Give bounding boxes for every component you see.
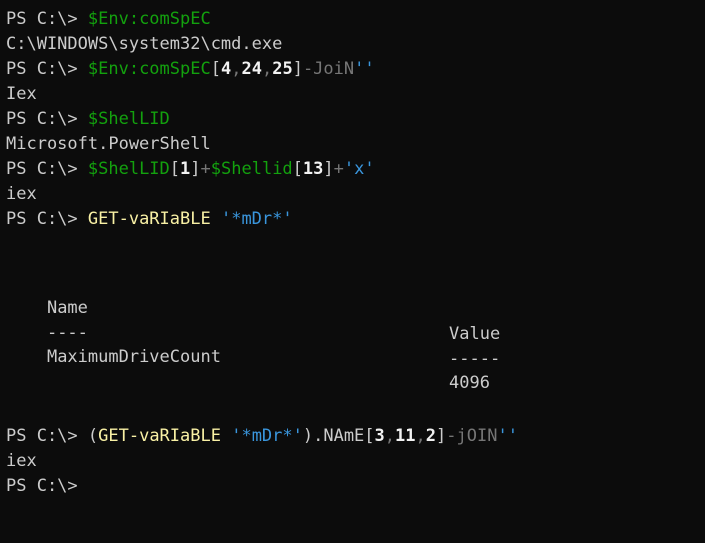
prompt-text: PS C:\>	[6, 159, 88, 179]
text-token: C:\WINDOWS\system32\cmd.exe	[6, 34, 283, 54]
terminal-line: PS C:\> $Env:comSpEC[4,24,25]-JoiN''	[6, 56, 375, 82]
text-token: ]	[436, 426, 447, 446]
variable-token: $Env:comSpEC	[87, 9, 211, 29]
number-token: 25	[272, 59, 293, 79]
text-token: iex	[6, 451, 37, 471]
table-separator-value: -----	[449, 349, 501, 369]
prompt-text: PS C:\>	[6, 426, 88, 446]
table-row: MaximumDriveCount 4096	[6, 318, 696, 393]
text-token: Microsoft.PowerShell	[6, 134, 211, 154]
operator-token: +	[200, 159, 211, 179]
terminal-output: Iex	[6, 81, 37, 107]
operator-token: ,	[261, 59, 273, 79]
terminal-line: PS C:\> GET-vaRIaBLE '*mDr*'	[6, 206, 293, 232]
number-token: 13	[302, 159, 324, 179]
number-token: 1	[180, 159, 191, 179]
table-cell-name: MaximumDriveCount	[46, 347, 221, 367]
terminal-output: iex	[6, 448, 37, 474]
number-token: 24	[241, 59, 262, 79]
terminal-output: Microsoft.PowerShell	[6, 131, 211, 157]
text-token: ]	[190, 159, 201, 179]
text-token: iex	[6, 184, 37, 204]
number-token: 11	[395, 426, 416, 446]
terminal-output: iex	[6, 181, 37, 207]
variable-token: $ShelLID	[87, 109, 170, 129]
number-token: 2	[425, 426, 437, 446]
number-token: 4	[220, 59, 232, 79]
variable-token: $Env:comSpEC	[87, 59, 211, 79]
text-token: Iex	[6, 84, 37, 104]
terminal-line: PS C:\> $Env:comSpEC	[6, 6, 211, 32]
text-token: ]	[323, 159, 334, 179]
text-token: [	[292, 159, 303, 179]
table-header-row: Name Value	[6, 269, 696, 344]
terminal-line: PS C:\> (GET-vaRIaBLE '*mDr*').NAmE[3,11…	[6, 423, 518, 449]
operator-token: ,	[415, 426, 426, 446]
prompt-text: PS C:\>	[6, 59, 88, 79]
text-token: [	[169, 159, 181, 179]
command-token: GET-vaRIaBLE	[87, 209, 211, 229]
text-token: ).NAmE[	[302, 426, 375, 446]
string-token: ''	[354, 59, 375, 79]
table-cell-value: 4096	[449, 373, 490, 393]
powershell-terminal[interactable]: PS C:\> $Env:comSpEC C:\WINDOWS\system32…	[0, 0, 705, 543]
string-token: '*mDr*'	[220, 209, 293, 229]
number-token: 3	[374, 426, 385, 446]
prompt-text: PS C:\>	[6, 109, 88, 129]
table-separator-row: ---- -----	[6, 294, 696, 369]
operator-token: ,	[231, 59, 242, 79]
text-token: (	[87, 426, 99, 446]
text-token: [	[210, 59, 221, 79]
terminal-output: C:\WINDOWS\system32\cmd.exe	[6, 31, 282, 57]
prompt-text: PS C:\>	[6, 476, 78, 496]
string-token: '*mDr*'	[231, 426, 303, 446]
prompt-text: PS C:\>	[6, 9, 88, 29]
command-token: GET-vaRIaBLE	[98, 426, 221, 446]
prompt-text: PS C:\>	[6, 209, 88, 229]
string-token: ''	[497, 426, 518, 446]
terminal-line: PS C:\> $ShelLID[1]+$Shellid[13]+'x'	[6, 156, 375, 182]
variable-token: $ShelLID	[87, 159, 170, 179]
operator-token: ,	[384, 426, 396, 446]
operator-token: -JoiN	[302, 59, 355, 79]
string-token: 'x'	[343, 159, 375, 179]
variable-token: $Shellid	[210, 159, 293, 179]
operator-token: +	[333, 159, 344, 179]
text-token: ]	[292, 59, 303, 79]
terminal-line: PS C:\> $ShelLID	[6, 106, 170, 132]
terminal-prompt-current[interactable]: PS C:\>	[6, 473, 78, 499]
operator-token: -jOIN	[446, 426, 498, 446]
